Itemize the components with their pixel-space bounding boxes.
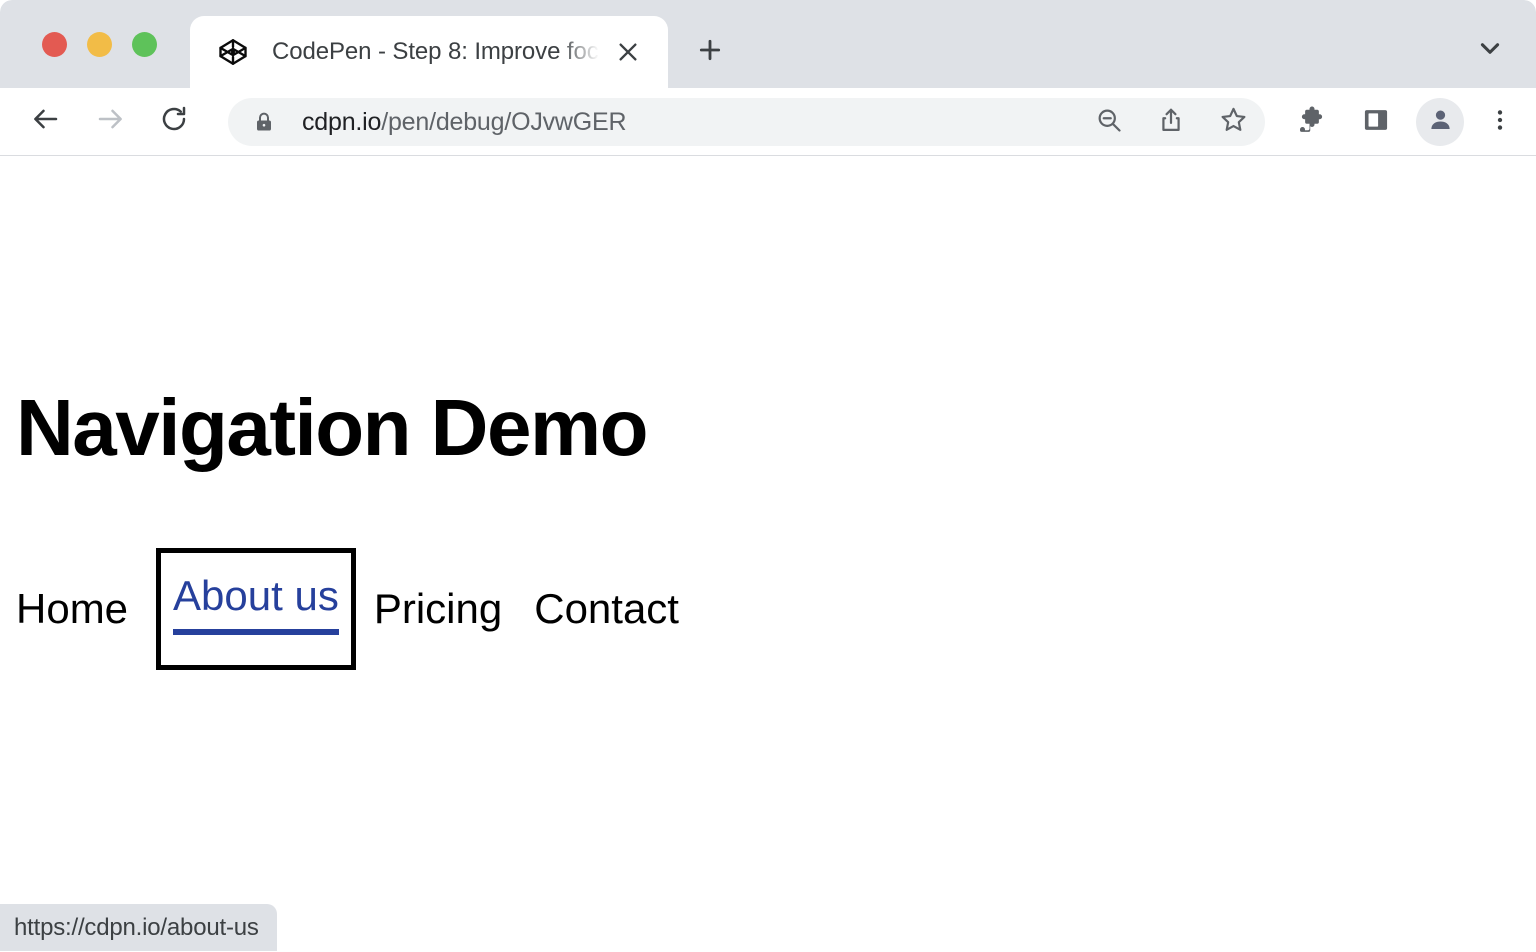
puzzle-icon <box>1297 105 1327 140</box>
url-host: cdpn.io <box>302 108 381 136</box>
main-navigation: Home About us Pricing Contact <box>16 548 679 670</box>
browser-toolbar: cdpn.io/pen/debug/OJvwGER <box>0 88 1536 156</box>
browser-tab-codepen[interactable]: CodePen - Step 8: Improve foc <box>190 16 668 88</box>
bookmark-star-icon <box>1219 105 1248 139</box>
url-text: cdpn.io/pen/debug/OJvwGER <box>302 108 1087 137</box>
address-bar[interactable]: cdpn.io/pen/debug/OJvwGER <box>228 98 1265 146</box>
reload-icon <box>159 104 189 139</box>
url-path: /pen/debug/OJvwGER <box>381 108 626 136</box>
bookmark-button[interactable] <box>1211 100 1255 144</box>
side-panel-button[interactable] <box>1352 98 1400 146</box>
browser-menu-button[interactable] <box>1476 98 1524 146</box>
window-controls <box>42 32 157 57</box>
close-tab-button[interactable] <box>610 34 646 70</box>
focus-ring: About us <box>156 548 356 670</box>
back-button[interactable] <box>22 98 70 146</box>
nav-link-about-us[interactable]: About us <box>173 575 339 635</box>
reload-button[interactable] <box>150 98 198 146</box>
forward-button[interactable] <box>86 98 134 146</box>
close-window-button[interactable] <box>42 32 67 57</box>
toolbar-right-actions <box>1288 88 1524 156</box>
account-avatar-icon <box>1427 106 1454 138</box>
new-tab-button[interactable] <box>686 26 734 74</box>
zoom-out-button[interactable] <box>1087 100 1131 144</box>
profile-button[interactable] <box>1416 98 1464 146</box>
maximize-window-button[interactable] <box>132 32 157 57</box>
tabs-area: CodePen - Step 8: Improve foc <box>190 16 734 88</box>
extensions-button[interactable] <box>1288 98 1336 146</box>
nav-link-contact[interactable]: Contact <box>534 588 679 630</box>
forward-arrow-icon <box>95 104 125 139</box>
share-button[interactable] <box>1149 100 1193 144</box>
back-arrow-icon <box>31 104 61 139</box>
browser-window: CodePen - Step 8: Improve foc <box>0 0 1536 952</box>
page-title: Navigation Demo <box>16 388 647 468</box>
zoom-out-icon <box>1095 106 1123 139</box>
three-dot-menu-icon <box>1487 107 1513 138</box>
tab-title: CodePen - Step 8: Improve foc <box>272 38 599 66</box>
codepen-icon <box>218 37 248 67</box>
status-bar-url: https://cdpn.io/about-us <box>0 904 277 951</box>
tab-search-button[interactable] <box>1466 24 1514 72</box>
side-panel-icon <box>1362 106 1390 139</box>
tab-strip: CodePen - Step 8: Improve foc <box>0 0 1536 88</box>
page-viewport: Navigation Demo Home About us Pricing Co… <box>0 156 1536 951</box>
minimize-window-button[interactable] <box>87 32 112 57</box>
share-icon <box>1157 106 1185 139</box>
nav-link-home[interactable]: Home <box>16 588 128 630</box>
lock-icon <box>252 110 276 134</box>
nav-link-pricing[interactable]: Pricing <box>374 588 502 630</box>
